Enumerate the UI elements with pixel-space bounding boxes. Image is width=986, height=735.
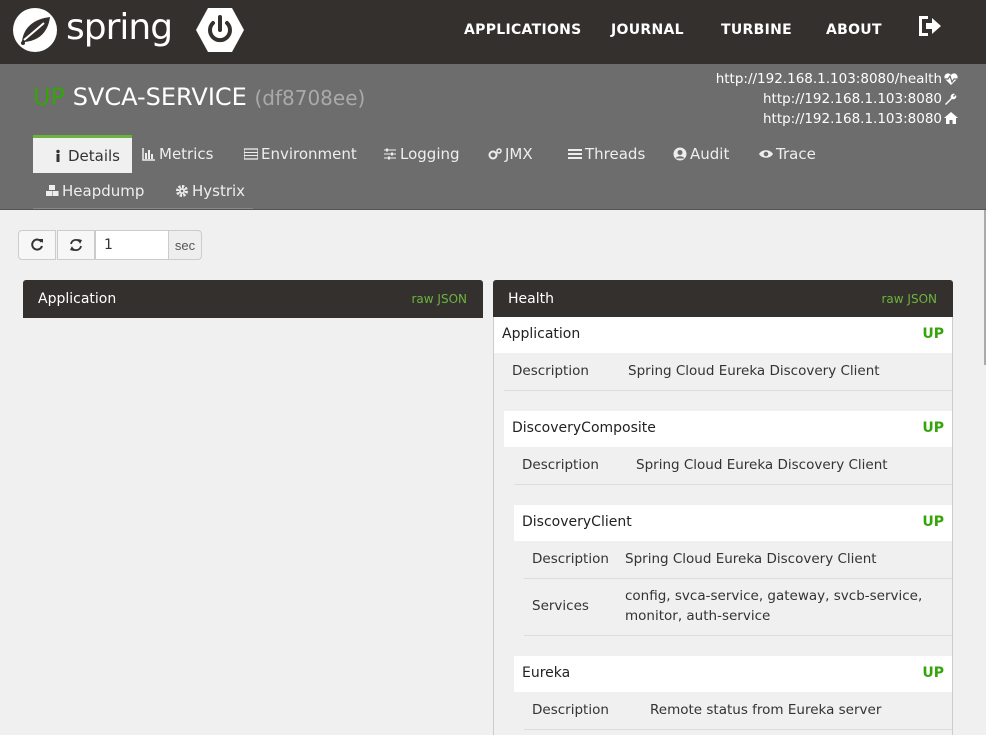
health-detail-row: Description Remote status from Eureka se… xyxy=(524,692,952,730)
service-url[interactable]: http://192.168.1.103:8080 xyxy=(763,111,942,127)
tab-label: Hystrix xyxy=(192,181,246,200)
auto-refresh-button[interactable] xyxy=(57,230,95,260)
home-icon xyxy=(944,112,958,124)
tab-label: JMX xyxy=(505,144,533,163)
top-navbar: spring APPLICATIONS JOURNAL TURBINE ABOU… xyxy=(0,0,986,64)
list-icon xyxy=(244,147,258,160)
detail-key: Description xyxy=(522,457,599,473)
tab-jmx[interactable]: JMX xyxy=(488,135,533,172)
app-title: UP SVCA-SERVICE (df8708ee) xyxy=(33,83,365,111)
sign-out-icon[interactable] xyxy=(916,14,942,38)
panel-title: Application xyxy=(38,291,117,307)
detail-value: Spring Cloud Eureka Discovery Client xyxy=(636,457,888,473)
tab-logging[interactable]: Logging xyxy=(383,135,460,172)
detail-key: Services xyxy=(532,598,589,614)
management-url[interactable]: http://192.168.1.103:8080 xyxy=(763,91,942,107)
detail-value: Spring Cloud Eureka Discovery Client xyxy=(625,551,877,567)
brand-name: spring xyxy=(66,6,173,48)
health-group-discovery-client: DiscoveryClient UP xyxy=(514,505,952,541)
detail-value: Remote status from Eureka server xyxy=(650,702,882,718)
tab-heapdump[interactable]: Heapdump xyxy=(45,172,144,209)
health-detail-row: Services config, svca-service, gateway, … xyxy=(524,579,952,636)
status-up: UP xyxy=(922,420,944,436)
tab-label: Trace xyxy=(776,144,816,163)
tab-label: Details xyxy=(68,146,121,165)
nav-about[interactable]: ABOUT xyxy=(826,22,882,38)
detail-key: Description xyxy=(512,363,589,379)
tab-audit[interactable]: Audit xyxy=(673,135,729,172)
health-detail-row: Description Spring Cloud Eureka Discover… xyxy=(514,447,952,485)
health-panel-header: Health raw JSON xyxy=(493,280,953,318)
nav-turbine[interactable]: TURBINE xyxy=(721,22,792,38)
sync-icon xyxy=(70,239,82,251)
app-header: UP SVCA-SERVICE (df8708ee) http://192.16… xyxy=(0,64,986,210)
refresh-button[interactable] xyxy=(18,230,56,260)
status-up: UP xyxy=(922,665,944,681)
raw-json-link[interactable]: raw JSON xyxy=(412,292,468,306)
nav-applications[interactable]: APPLICATIONS xyxy=(464,22,582,38)
health-detail-row: Description Spring Cloud Eureka Discover… xyxy=(504,353,952,391)
status-up: UP xyxy=(922,326,944,342)
cogs-icon xyxy=(488,147,502,159)
user-circle-icon xyxy=(673,147,687,160)
health-group-eureka: Eureka UP xyxy=(514,656,952,692)
wrench-icon xyxy=(945,93,957,105)
sliders-icon xyxy=(384,148,396,159)
nav-journal[interactable]: JOURNAL xyxy=(611,22,684,38)
group-label: DiscoveryComposite xyxy=(512,420,656,436)
cubes-icon xyxy=(46,184,59,196)
interval-unit-label: sec xyxy=(168,230,202,260)
tab-details[interactable]: Details xyxy=(33,135,133,173)
tab-label: Threads xyxy=(585,144,646,163)
eye-icon xyxy=(759,149,773,158)
services-line-2: monitor, auth-service xyxy=(625,608,771,624)
app-id: (df8708ee) xyxy=(254,86,366,110)
app-status: UP xyxy=(33,83,66,111)
spring-logo[interactable]: spring xyxy=(12,6,173,54)
tab-environment[interactable]: Environment xyxy=(244,135,357,172)
raw-json-link[interactable]: raw JSON xyxy=(882,292,938,306)
tab-label: Logging xyxy=(400,144,460,163)
heartbeat-icon xyxy=(944,73,958,85)
align-justify-icon xyxy=(568,148,582,159)
detail-key: Description xyxy=(532,702,609,718)
tab-metrics[interactable]: Metrics xyxy=(142,135,213,172)
tab-label: Audit xyxy=(690,144,730,163)
panel-title: Health xyxy=(508,291,554,307)
group-label: Eureka xyxy=(522,665,571,681)
tab-trace[interactable]: Trace xyxy=(759,135,816,172)
health-group-application: Application UP xyxy=(494,317,952,353)
health-url[interactable]: http://192.168.1.103:8080/health xyxy=(716,71,942,87)
spring-leaf-icon xyxy=(13,8,57,52)
group-label: Application xyxy=(502,326,581,342)
tab-threads[interactable]: Threads xyxy=(568,135,645,172)
health-panel-body: Application UP Description Spring Cloud … xyxy=(493,317,953,735)
spring-boot-power-icon[interactable] xyxy=(195,7,245,53)
detail-value: Spring Cloud Eureka Discovery Client xyxy=(628,363,880,379)
health-detail-row: Description Spring Cloud Eureka Discover… xyxy=(524,541,952,579)
info-icon xyxy=(56,149,60,162)
services-line-1: config, svca-service, gateway, svcb-serv… xyxy=(625,588,923,604)
bar-chart-icon xyxy=(142,147,155,161)
app-name: SVCA-SERVICE xyxy=(72,83,247,111)
tab-label: Environment xyxy=(261,144,357,163)
tab-hystrix[interactable]: Hystrix xyxy=(175,172,245,209)
tab-label: Metrics xyxy=(159,144,214,163)
application-panel-header: Application raw JSON xyxy=(23,280,483,318)
tab-label: Heapdump xyxy=(62,181,145,200)
refresh-icon xyxy=(31,238,43,251)
health-group-discovery-composite: DiscoveryComposite UP xyxy=(504,411,952,447)
group-label: DiscoveryClient xyxy=(522,514,632,530)
detail-key: Description xyxy=(532,551,609,567)
gear-icon xyxy=(176,184,188,197)
refresh-interval-input[interactable] xyxy=(95,230,169,260)
status-up: UP xyxy=(922,514,944,530)
tab-row-divider xyxy=(33,208,253,209)
